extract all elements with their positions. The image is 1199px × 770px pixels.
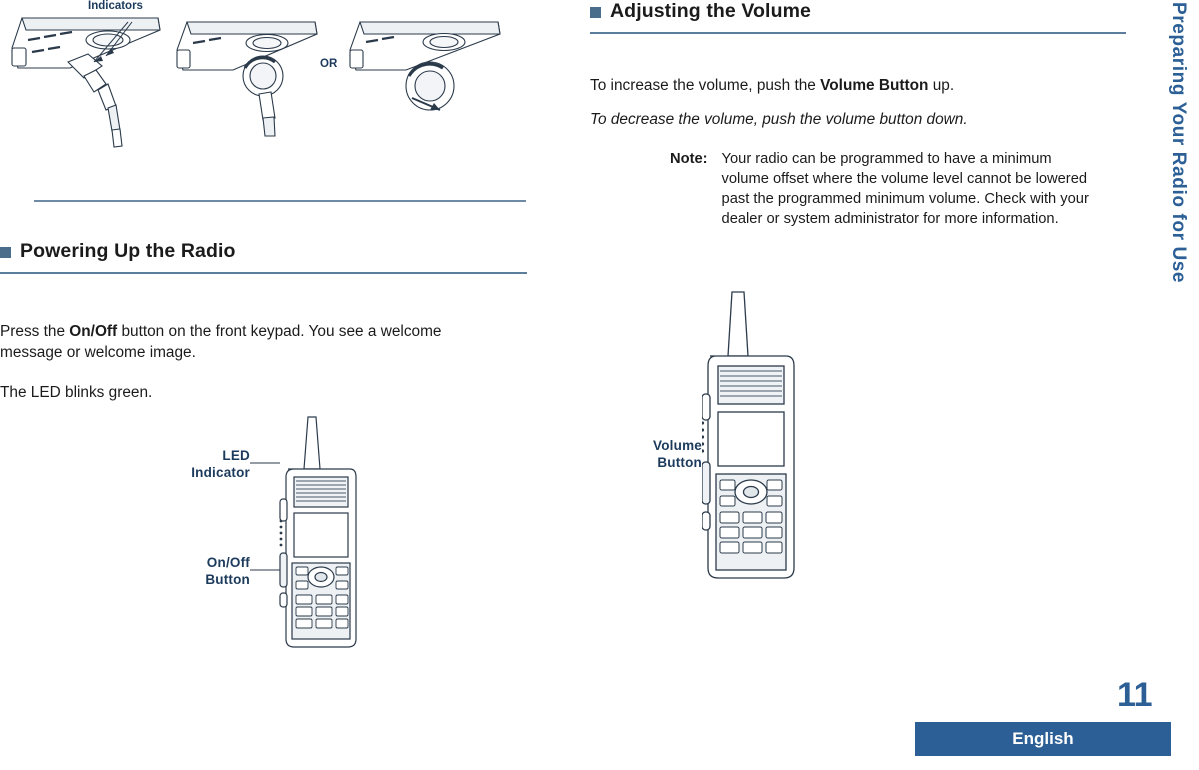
right-column: Adjusting the Volume To increase the vol… (590, 0, 1150, 770)
para-text-1: To increase the volume, push the (590, 77, 821, 94)
paragraph-decrease-volume: To decrease the volume, push the volume … (590, 111, 968, 128)
section-heading-powering-up: Powering Up the Radio (0, 240, 527, 263)
section-title: Powering Up the Radio (20, 240, 236, 262)
radio-illustration-right (702, 291, 795, 579)
led-label-line1: LED (222, 448, 250, 463)
volume-label-line1: Volume (653, 438, 702, 453)
adjusting-volume-section: Adjusting the Volume (590, 0, 1126, 34)
onoff-label-line1: On/Off (206, 555, 250, 570)
onoff-button-label: On/Off Button (140, 555, 250, 589)
led-indicator-label: LED Indicator (140, 448, 250, 482)
note-block: Note: Your radio can be programmed to ha… (670, 150, 1130, 230)
onoff-label-line2: Button (205, 571, 250, 587)
radio-front-figure-right: Volume Button (590, 290, 1010, 600)
paragraph-press-onoff: Press the On/Off button on the front key… (0, 322, 500, 364)
language-bar: English (915, 722, 1171, 756)
left-column: Indicators OR Powering Up the Radio Pres… (0, 0, 560, 770)
section-rule (0, 272, 527, 274)
indicators-label: Indicators (88, 0, 143, 12)
accessory-connector-figure: Indicators OR (0, 0, 545, 175)
para-text-2: up. (928, 77, 955, 94)
bullet-square-icon (590, 7, 601, 18)
paragraph-increase-volume: To increase the volume, push the Volume … (590, 76, 1110, 97)
figure-divider (34, 200, 526, 202)
connector-illustrations (11, 17, 501, 148)
bullet-square-icon (0, 247, 11, 258)
side-tab: Preparing Your Radio for Use (1161, 0, 1195, 640)
volume-button-label: Volume Button (590, 438, 702, 472)
page: Indicators OR Powering Up the Radio Pres… (0, 0, 1199, 770)
section-rule (590, 32, 1126, 34)
section-heading-adjusting-volume: Adjusting the Volume (590, 0, 1126, 23)
note-label: Note: (670, 151, 708, 167)
page-number: 11 (1117, 676, 1152, 714)
section-title: Adjusting the Volume (610, 0, 811, 22)
para-bold-volume-button: Volume Button (820, 77, 929, 94)
led-label-line2: Indicator (191, 464, 250, 480)
para-bold-onoff: On/Off (69, 323, 118, 340)
note-body: Your radio can be programmed to have a m… (721, 151, 1089, 227)
paragraph-led-blinks: The LED blinks green. (0, 384, 153, 401)
radio-front-figure-left: LED Indicator On/Off Button (140, 415, 540, 665)
powering-up-section: Powering Up the Radio (0, 240, 527, 274)
radio-illustration-left (250, 416, 357, 648)
side-tab-label: Preparing Your Radio for Use (1168, 2, 1189, 284)
para-text-1: Press the (0, 323, 70, 340)
or-label: OR (320, 58, 338, 70)
volume-label-line2: Button (657, 454, 702, 470)
